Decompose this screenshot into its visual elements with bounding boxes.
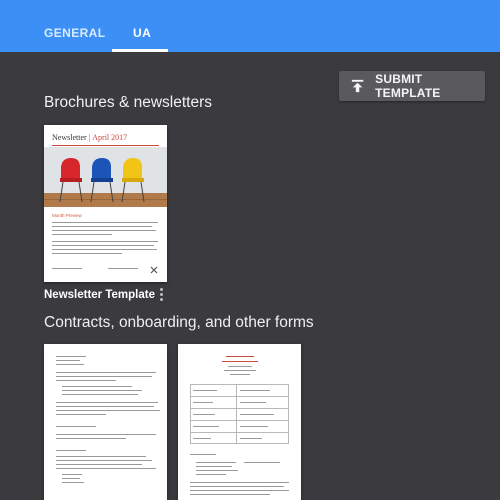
text-line bbox=[56, 402, 158, 404]
close-icon bbox=[150, 266, 158, 274]
text-line bbox=[52, 245, 154, 247]
text-line bbox=[193, 414, 215, 416]
table-rule bbox=[190, 408, 289, 409]
newsletter-template-thumbnail[interactable]: Newsletter | April 2017 Month Preview bbox=[44, 125, 167, 282]
top-tab-bar: GENERAL UA bbox=[0, 0, 500, 52]
table-rule bbox=[236, 384, 237, 444]
text-line bbox=[56, 450, 86, 452]
newsletter-rule bbox=[52, 145, 159, 146]
text-line bbox=[224, 370, 256, 372]
text-line bbox=[240, 414, 274, 416]
text-line bbox=[56, 438, 126, 440]
newsletter-template-name[interactable]: Newsletter Template bbox=[44, 289, 155, 301]
text-line bbox=[56, 426, 96, 428]
text-line bbox=[62, 474, 82, 476]
text-line bbox=[56, 406, 154, 408]
text-line bbox=[52, 241, 158, 243]
text-line bbox=[230, 374, 250, 376]
table-rule bbox=[190, 432, 289, 433]
text-line bbox=[56, 456, 146, 458]
text-line bbox=[196, 462, 236, 464]
table-rule bbox=[190, 420, 289, 421]
text-line bbox=[190, 486, 284, 488]
text-line bbox=[56, 360, 80, 362]
text-line bbox=[228, 366, 252, 368]
text-line bbox=[56, 460, 152, 462]
text-line bbox=[244, 462, 280, 464]
text-line bbox=[190, 454, 216, 456]
text-line bbox=[196, 474, 226, 476]
text-line bbox=[62, 390, 142, 392]
text-line bbox=[222, 361, 258, 363]
text-line bbox=[240, 390, 270, 392]
text-line bbox=[62, 394, 138, 396]
text-line bbox=[240, 438, 262, 440]
text-line bbox=[56, 464, 142, 466]
text-line bbox=[190, 482, 289, 484]
active-tab-indicator bbox=[112, 49, 168, 52]
text-line bbox=[62, 478, 80, 480]
text-line bbox=[190, 494, 270, 496]
section-title-brochures: Brochures & newsletters bbox=[44, 94, 212, 111]
text-line bbox=[196, 470, 238, 472]
text-line bbox=[240, 402, 266, 404]
tab-general[interactable]: GENERAL bbox=[44, 26, 105, 40]
text-line bbox=[52, 222, 158, 224]
text-line bbox=[108, 268, 138, 270]
text-line bbox=[193, 390, 217, 392]
newsletter-preview-date: April 2017 bbox=[92, 133, 128, 142]
text-line bbox=[52, 249, 157, 251]
text-line bbox=[56, 372, 156, 374]
newsletter-preview-subhead: Month Preview bbox=[52, 213, 82, 218]
submit-template-button[interactable]: SUBMIT TEMPLATE bbox=[339, 71, 485, 101]
text-line bbox=[240, 426, 268, 428]
text-line bbox=[56, 434, 156, 436]
tab-ua[interactable]: UA bbox=[133, 26, 151, 40]
chairs-photo bbox=[44, 147, 167, 207]
table-rule bbox=[190, 396, 289, 397]
text-line bbox=[62, 386, 132, 388]
text-line bbox=[56, 414, 106, 416]
text-line bbox=[193, 402, 213, 404]
submit-template-label: SUBMIT TEMPLATE bbox=[375, 72, 441, 100]
text-line bbox=[56, 356, 86, 358]
text-line bbox=[52, 268, 82, 270]
text-line bbox=[52, 230, 156, 232]
text-line bbox=[52, 226, 152, 228]
text-line bbox=[196, 466, 232, 468]
text-line bbox=[52, 253, 122, 255]
text-line bbox=[193, 438, 211, 440]
text-line bbox=[62, 482, 84, 484]
text-line bbox=[190, 490, 289, 492]
section-title-contracts: Contracts, onboarding, and other forms bbox=[44, 314, 314, 331]
text-line bbox=[193, 426, 219, 428]
upload-icon bbox=[351, 79, 364, 93]
newsletter-preview-heading: Newsletter | April 2017 bbox=[52, 133, 127, 142]
text-line bbox=[56, 380, 116, 382]
newsletter-preview-title: Newsletter bbox=[52, 133, 87, 142]
text-line bbox=[56, 376, 152, 378]
newsletter-preview-separator: | bbox=[88, 133, 91, 142]
more-options-icon[interactable] bbox=[158, 288, 164, 304]
text-line bbox=[226, 356, 254, 358]
text-line bbox=[56, 468, 156, 470]
form-template-thumbnail[interactable] bbox=[178, 344, 301, 500]
text-line bbox=[56, 410, 160, 412]
text-line bbox=[56, 364, 84, 366]
form-template-thumbnail[interactable] bbox=[44, 344, 167, 500]
text-line bbox=[52, 234, 112, 236]
